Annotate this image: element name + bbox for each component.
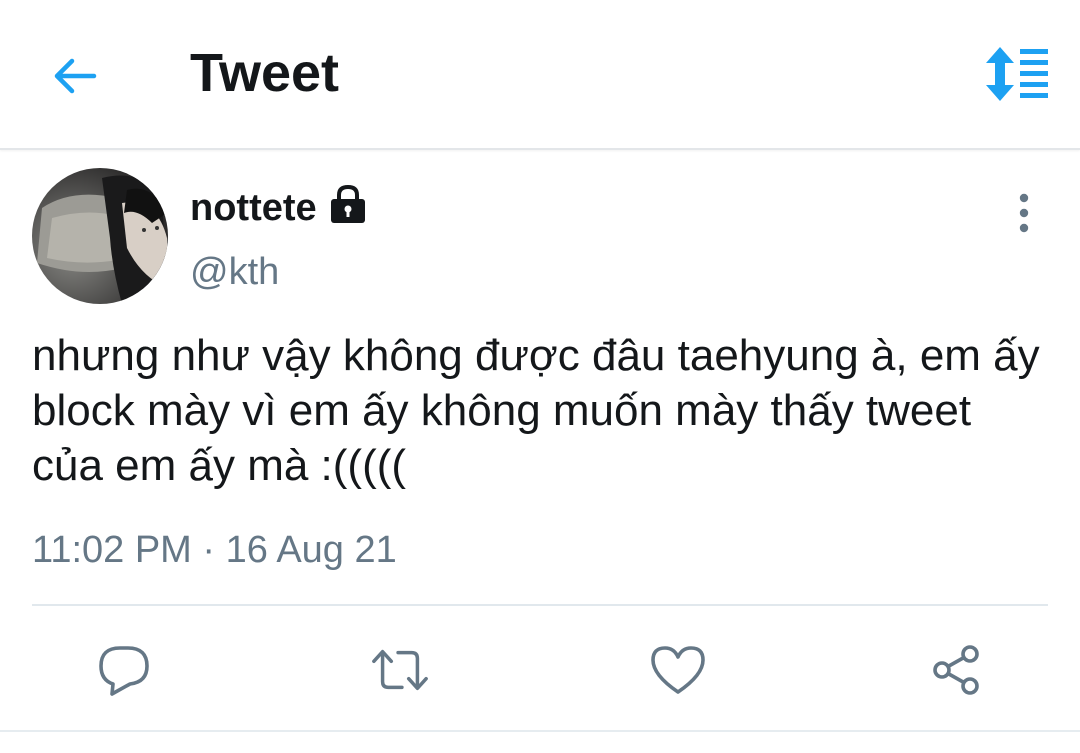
lock-icon bbox=[331, 184, 365, 223]
more-vertical-icon bbox=[1019, 193, 1029, 233]
tweet-text: nhưng như vậy không được đâu taehyung à,… bbox=[32, 331, 1040, 490]
page-title: Tweet bbox=[190, 43, 340, 103]
reply-button[interactable] bbox=[94, 640, 154, 700]
back-button[interactable] bbox=[46, 48, 102, 104]
sort-button[interactable] bbox=[982, 45, 1052, 103]
share-icon bbox=[933, 645, 979, 695]
tweet-timestamp: 11:02 PM · 16 Aug 21 bbox=[32, 529, 397, 571]
display-name[interactable]: nottete bbox=[190, 186, 317, 230]
profile-photo bbox=[32, 168, 168, 304]
retweet-icon bbox=[372, 649, 428, 691]
divider bbox=[32, 604, 1048, 606]
arrow-left-icon bbox=[54, 58, 97, 94]
avatar[interactable] bbox=[32, 168, 168, 304]
user-handle[interactable]: @kth bbox=[190, 250, 279, 294]
heart-icon bbox=[651, 646, 705, 694]
sort-lines-icon bbox=[986, 47, 1048, 101]
more-options-button[interactable] bbox=[1002, 190, 1046, 236]
share-button[interactable] bbox=[926, 640, 986, 700]
reply-bubble-icon bbox=[99, 646, 149, 696]
top-app-bar: Tweet bbox=[0, 0, 1080, 150]
like-button[interactable] bbox=[648, 640, 708, 700]
bottom-divider bbox=[0, 730, 1080, 732]
retweet-button[interactable] bbox=[370, 640, 430, 700]
